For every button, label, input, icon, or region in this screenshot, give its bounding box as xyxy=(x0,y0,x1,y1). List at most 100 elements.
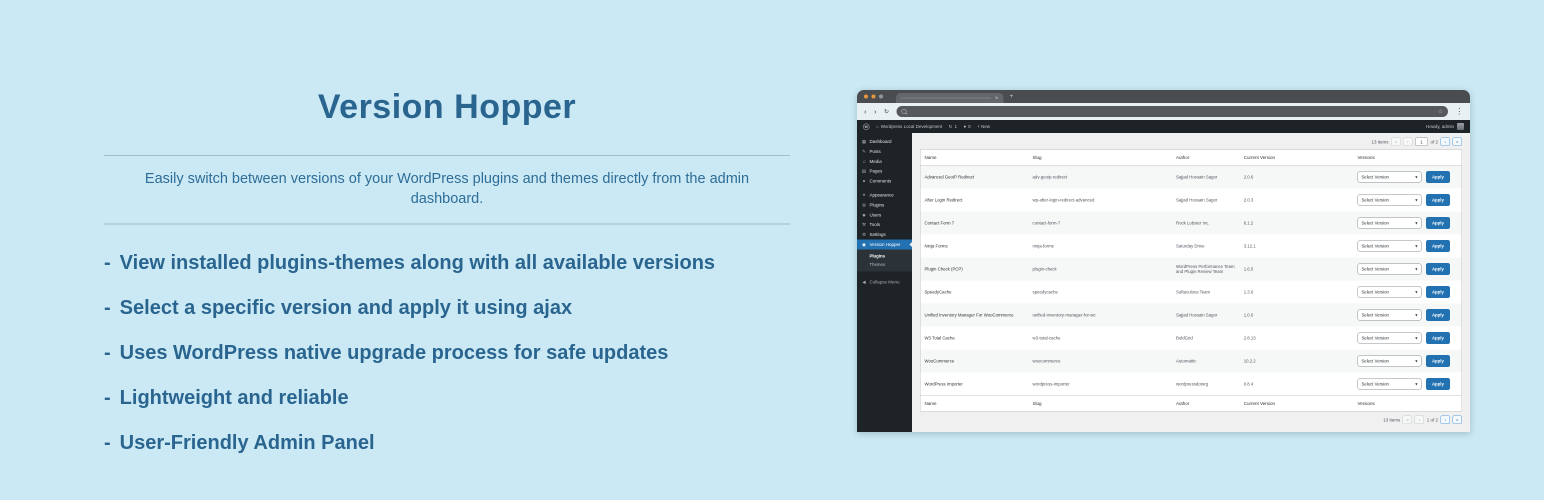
apply-button[interactable]: Apply xyxy=(1425,240,1450,252)
comments-link[interactable]: ● 0 xyxy=(963,124,970,129)
plugin-version-cell: 0.8.4 xyxy=(1243,381,1254,387)
apply-button[interactable]: Apply xyxy=(1425,355,1450,367)
collapse-menu-icon: ◀ xyxy=(862,279,866,285)
tab-title-placeholder xyxy=(901,97,991,99)
column-footer: Current Version xyxy=(1239,395,1354,412)
plugin-version-cell: 3.12.1 xyxy=(1243,243,1256,249)
apply-button[interactable]: Apply xyxy=(1425,171,1450,183)
maximize-window-icon[interactable] xyxy=(879,94,883,99)
collapse-menu-label: Collapse Menu xyxy=(869,279,900,285)
bookmark-star-icon[interactable]: ☆ xyxy=(1438,109,1443,115)
updates-icon: ↻ xyxy=(948,123,953,129)
wordpress-logo-icon[interactable]: W xyxy=(863,123,870,130)
chevron-down-icon: ▾ xyxy=(1415,243,1418,249)
sidebar-item[interactable]: ▤ Pages xyxy=(857,166,912,176)
new-content-link[interactable]: + New xyxy=(977,124,990,129)
forward-icon[interactable]: › xyxy=(874,108,877,116)
plugin-version-cell: 1.0.0 xyxy=(1243,312,1254,318)
new-tab-icon[interactable]: + xyxy=(1010,92,1014,100)
version-select[interactable]: Select Version ▾ xyxy=(1357,378,1422,390)
apply-button[interactable]: Apply xyxy=(1425,263,1450,275)
browser-tab[interactable]: ✕ xyxy=(896,93,1004,103)
sidebar-item-label: Plugins xyxy=(869,202,885,208)
avatar[interactable] xyxy=(1457,123,1464,130)
sidebar-item[interactable]: ☻ Users xyxy=(857,210,912,220)
version-hopper-submenu: Plugins Themes xyxy=(857,249,912,272)
table-row: Ninja Forms ninja-forms Saturday Drive 3… xyxy=(920,235,1462,258)
reload-icon[interactable]: ↻ xyxy=(884,109,889,115)
version-select[interactable]: Select Version ▾ xyxy=(1357,355,1422,367)
chevron-down-icon: ▾ xyxy=(1415,174,1418,180)
version-select[interactable]: Select Version ▾ xyxy=(1357,263,1422,275)
version-select[interactable]: Select Version ▾ xyxy=(1357,309,1422,321)
version-select[interactable]: Select Version ▾ xyxy=(1357,217,1422,229)
sidebar-item[interactable]: ⚙ Settings xyxy=(857,230,912,240)
next-page-button[interactable]: › xyxy=(1440,137,1450,146)
sidebar-item[interactable]: ⊕ Plugins xyxy=(857,200,912,210)
version-select[interactable]: Select Version ▾ xyxy=(1357,332,1422,344)
bullet-dash: - xyxy=(104,297,111,319)
table-row: After Login Redirect wp-after-login-redi… xyxy=(920,189,1462,212)
last-page-button[interactable]: » xyxy=(1452,137,1462,146)
apply-button[interactable]: Apply xyxy=(1425,378,1450,390)
sidebar-item[interactable]: ♫ Media xyxy=(857,157,912,167)
apply-button[interactable]: Apply xyxy=(1425,332,1450,344)
plugin-actions-cell: Select Version ▾ Apply xyxy=(1353,373,1461,396)
plugin-name-cell: After Login Redirect xyxy=(924,197,963,203)
plugin-name-cell: WordPress Importer xyxy=(924,381,963,387)
feature-item: - Uses WordPress native upgrade process … xyxy=(104,342,804,364)
plugin-name-cell: SpeedyCache xyxy=(924,289,952,295)
plugin-slug-cell: w3-total-cache xyxy=(1032,335,1061,341)
bullet-dash: - xyxy=(104,252,111,274)
prev-page-button[interactable]: ‹ xyxy=(1414,415,1425,424)
plugin-author-cell: Automattic xyxy=(1176,358,1197,364)
column-header: Current Version xyxy=(1239,149,1354,166)
plugin-actions-cell: Select Version ▾ Apply xyxy=(1353,304,1461,327)
dashboard-icon: ▦ xyxy=(861,138,867,144)
apply-button[interactable]: Apply xyxy=(1425,309,1450,321)
plugin-author-cell: WordPress Performance Team and Plugin Re… xyxy=(1176,264,1235,274)
submenu-item[interactable]: Plugins xyxy=(857,252,912,261)
sidebar-item[interactable]: ◉ Version Hopper xyxy=(857,239,912,250)
back-icon[interactable]: ‹ xyxy=(864,108,867,116)
collapse-menu-button[interactable]: ◀ Collapse Menu xyxy=(857,277,912,287)
apply-button[interactable]: Apply xyxy=(1425,217,1450,229)
column-header: Author xyxy=(1172,149,1240,166)
last-page-button[interactable]: » xyxy=(1452,415,1462,424)
feature-text: Lightweight and reliable xyxy=(119,387,349,409)
plugin-name-cell: Plugin Check (PCP) xyxy=(924,266,963,272)
column-footer: Versions xyxy=(1353,395,1462,412)
browser-navbar: ‹ › ↻ ☆ ⋮ xyxy=(857,103,1470,120)
version-select[interactable]: Select Version ▾ xyxy=(1357,286,1422,298)
apply-button[interactable]: Apply xyxy=(1425,194,1450,206)
address-bar[interactable]: ☆ xyxy=(896,106,1448,117)
updates-link[interactable]: ↻ 1 xyxy=(949,124,957,130)
next-page-button[interactable]: › xyxy=(1440,415,1450,424)
version-select[interactable]: Select Version ▾ xyxy=(1357,194,1422,206)
table-header-row: Name Slug Author Current Version Version… xyxy=(920,149,1462,166)
version-select[interactable]: Select Version ▾ xyxy=(1357,171,1422,183)
sidebar-item[interactable]: ✎ Posts xyxy=(857,147,912,157)
sidebar-item[interactable]: ▦ Dashboard xyxy=(857,137,912,147)
close-window-icon[interactable] xyxy=(864,94,868,99)
first-page-button[interactable]: « xyxy=(1402,415,1413,424)
current-page-input[interactable] xyxy=(1414,137,1428,146)
first-page-button[interactable]: « xyxy=(1390,137,1401,146)
sidebar-item-label: Media xyxy=(869,158,882,164)
sidebar-item[interactable]: ● Comments xyxy=(857,176,912,186)
version-select[interactable]: Select Version ▾ xyxy=(1357,240,1422,252)
sidebar-item[interactable]: ⚒ Tools xyxy=(857,220,912,230)
submenu-item[interactable]: Themes xyxy=(857,260,912,269)
tab-close-icon[interactable]: ✕ xyxy=(995,96,999,101)
site-name-link[interactable]: ⌂ Wordpress Local Development xyxy=(876,124,942,129)
table-row: Unified Inventory Manager For WooCommerc… xyxy=(920,303,1462,327)
plugin-name-cell: Contact Form 7 xyxy=(924,220,955,226)
howdy-admin-link[interactable]: Howdy, admin xyxy=(1426,124,1454,129)
sidebar-item[interactable]: ✦ Appearance xyxy=(857,190,912,200)
browser-menu-icon[interactable]: ⋮ xyxy=(1456,107,1464,114)
apply-button[interactable]: Apply xyxy=(1425,286,1450,298)
prev-page-button[interactable]: ‹ xyxy=(1402,137,1413,146)
minimize-window-icon[interactable] xyxy=(871,94,876,99)
plugin-name-cell: W3 Total Cache xyxy=(924,335,955,341)
updates-count: 1 xyxy=(954,124,957,129)
